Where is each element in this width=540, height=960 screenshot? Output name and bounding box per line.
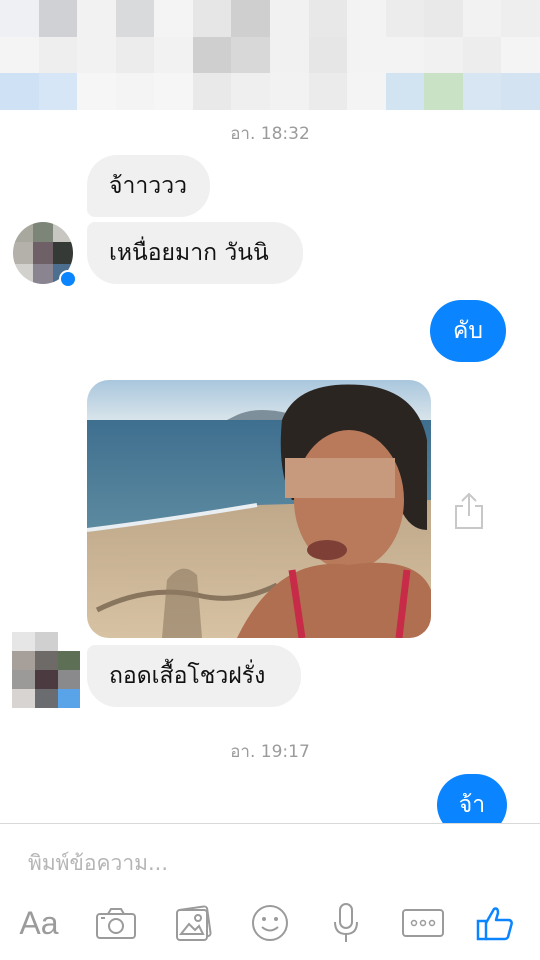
read-receipt-icon bbox=[59, 270, 77, 288]
header-pixel bbox=[501, 36, 540, 74]
header-pixel bbox=[347, 73, 386, 110]
header-pixel bbox=[424, 73, 463, 110]
header-pixel bbox=[270, 0, 309, 37]
camera-icon[interactable] bbox=[94, 900, 138, 946]
header-pixel bbox=[347, 0, 386, 37]
timestamp: อา. 18:32 bbox=[230, 124, 310, 144]
gallery-icon[interactable] bbox=[170, 900, 216, 946]
header-pixel bbox=[231, 73, 270, 110]
header-pixel bbox=[270, 73, 309, 110]
header-pixel bbox=[115, 36, 155, 74]
message-clip: จ้า bbox=[0, 760, 540, 823]
header-pixel bbox=[462, 36, 502, 74]
incoming-message[interactable]: จ้าาววว bbox=[87, 155, 210, 217]
header-pixel bbox=[38, 36, 78, 74]
header-pixel bbox=[192, 0, 232, 37]
header-pixel bbox=[154, 73, 193, 110]
header-pixel bbox=[270, 36, 309, 74]
header-pixel bbox=[308, 73, 348, 110]
avatar[interactable] bbox=[12, 632, 80, 708]
like-icon[interactable] bbox=[474, 900, 516, 946]
incoming-message[interactable]: ถอดเสื้อโชวฝรั่ง bbox=[87, 645, 301, 707]
blurred-header bbox=[0, 0, 540, 110]
header-pixel bbox=[77, 73, 116, 110]
microphone-icon[interactable] bbox=[326, 900, 366, 946]
header-pixel bbox=[231, 0, 270, 37]
header-pixel bbox=[385, 0, 425, 37]
outgoing-message[interactable]: คับ bbox=[430, 300, 506, 362]
outgoing-message[interactable]: จ้า bbox=[437, 774, 507, 823]
message-input[interactable]: พิมพ์ข้อความ... bbox=[28, 847, 168, 880]
header-pixel bbox=[77, 0, 116, 37]
header-pixel bbox=[77, 36, 116, 74]
incoming-message[interactable]: เหนื่อยมาก วันนิ bbox=[87, 222, 303, 284]
header-pixel bbox=[154, 0, 193, 37]
header-pixel bbox=[115, 0, 155, 37]
header-pixel bbox=[308, 36, 348, 74]
header-pixel bbox=[192, 36, 232, 74]
header-pixel bbox=[231, 36, 270, 74]
text-format-button[interactable]: Aa bbox=[16, 900, 62, 946]
header-pixel bbox=[385, 36, 425, 74]
header-pixel bbox=[115, 73, 155, 110]
more-icon[interactable] bbox=[400, 900, 446, 946]
header-pixel bbox=[424, 0, 463, 37]
header-pixel bbox=[0, 36, 39, 74]
header-pixel bbox=[192, 73, 232, 110]
header-pixel bbox=[0, 0, 39, 37]
header-pixel bbox=[347, 36, 386, 74]
beach-selfie-photo bbox=[87, 380, 431, 638]
header-pixel bbox=[501, 0, 540, 37]
header-pixel bbox=[308, 0, 348, 37]
emoji-icon[interactable] bbox=[248, 900, 292, 946]
header-pixel bbox=[462, 0, 502, 37]
composer-divider bbox=[0, 823, 540, 824]
header-pixel bbox=[38, 73, 78, 110]
photo-message[interactable] bbox=[87, 380, 431, 638]
header-pixel bbox=[38, 0, 78, 37]
header-pixel bbox=[424, 36, 463, 74]
header-pixel bbox=[501, 73, 540, 110]
header-pixel bbox=[385, 73, 425, 110]
header-pixel bbox=[0, 73, 39, 110]
header-pixel bbox=[462, 73, 502, 110]
share-icon[interactable] bbox=[452, 492, 486, 530]
header-pixel bbox=[154, 36, 193, 74]
